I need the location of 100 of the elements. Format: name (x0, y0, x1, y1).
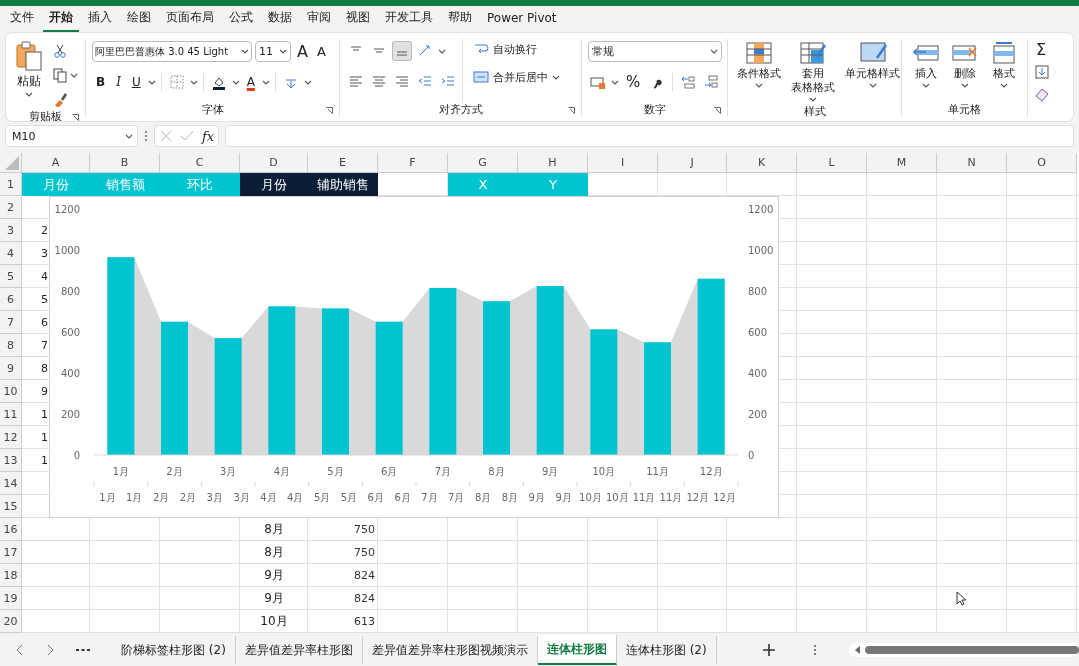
caret-icon[interactable] (231, 79, 240, 85)
sheet-tab[interactable]: 连体柱形图 (537, 635, 617, 665)
caret-icon[interactable] (189, 79, 198, 85)
dialog-launcher-icon[interactable] (568, 107, 575, 114)
dialog-launcher-icon[interactable] (72, 114, 79, 121)
row-header[interactable]: 19 (0, 587, 22, 610)
row-header[interactable]: 4 (0, 242, 22, 265)
merge-center-button[interactable]: 合并后居中 (473, 69, 560, 85)
row-header[interactable]: 5 (0, 265, 22, 288)
clipboard-icon[interactable] (15, 41, 43, 71)
ribbon-button[interactable]: 格式 (986, 39, 1021, 90)
decrease-decimal-icon[interactable] (703, 74, 720, 90)
row-header[interactable]: 9 (0, 357, 22, 380)
previous-sheet-icon[interactable] (16, 644, 24, 656)
font-name-field[interactable]: 阿里巴巴普惠体 3.0 45 Light (92, 41, 252, 62)
caret-icon[interactable] (960, 83, 969, 88)
caret-icon[interactable] (279, 49, 287, 54)
column-header[interactable]: M (867, 153, 937, 173)
row-header[interactable]: 2 (0, 196, 22, 219)
align-right-icon[interactable] (394, 73, 410, 89)
number-format-field[interactable]: 常规 (588, 41, 722, 62)
align-center-icon[interactable] (371, 73, 387, 89)
menu-tab[interactable]: 帮助 (442, 6, 478, 32)
caret-icon[interactable] (303, 79, 312, 85)
bold-button[interactable]: B (92, 74, 110, 90)
row-header[interactable]: 12 (0, 426, 22, 449)
column-header[interactable]: D (240, 153, 308, 173)
underline-button[interactable]: U (127, 74, 145, 90)
add-sheet-icon[interactable] (762, 644, 775, 656)
menu-tab[interactable]: 视图 (340, 6, 376, 32)
dialog-launcher-icon[interactable] (714, 107, 721, 114)
table-brush-icon[interactable] (799, 41, 827, 65)
row-header[interactable]: 20 (0, 610, 22, 633)
menu-tab[interactable]: 公式 (223, 6, 259, 32)
column-header[interactable]: F (378, 153, 448, 173)
scroll-left-icon[interactable] (854, 646, 861, 654)
accounting-icon[interactable] (590, 74, 606, 90)
formula-input[interactable] (225, 125, 1074, 147)
menu-tab[interactable]: 审阅 (301, 6, 337, 32)
row-header[interactable]: 17 (0, 541, 22, 564)
increase-decimal-icon[interactable] (680, 74, 697, 90)
sheet-tab[interactable]: 阶梯标签柱形图 (2) (112, 636, 236, 664)
eraser-icon[interactable] (1034, 86, 1050, 102)
row-header[interactable]: 18 (0, 564, 22, 587)
align-left-icon[interactable] (348, 73, 364, 89)
wrap-text-button[interactable]: 自动换行 (473, 41, 560, 57)
caret-icon[interactable] (261, 79, 270, 85)
paste-button[interactable]: 粘贴 (12, 39, 46, 99)
column-header[interactable]: I (588, 153, 658, 173)
dialog-launcher-icon[interactable] (326, 107, 333, 114)
menu-tab[interactable]: 页面布局 (160, 6, 220, 32)
ribbon-button[interactable]: 删除 (947, 39, 982, 90)
column-header[interactable]: J (658, 153, 727, 173)
row-header[interactable]: 11 (0, 403, 22, 426)
column-header[interactable]: K (727, 153, 797, 173)
cell-brush-icon[interactable] (858, 41, 887, 65)
grow-font-button[interactable]: A (294, 42, 311, 61)
name-box[interactable]: M10 (5, 125, 138, 147)
sheet-tab[interactable]: 差异值差异率柱形图 (235, 636, 363, 664)
row-header[interactable]: 15 (0, 495, 22, 518)
italic-button[interactable]: I (112, 74, 125, 90)
column-header[interactable]: E (308, 153, 378, 173)
ribbon-button[interactable]: 单元格样式 (842, 39, 903, 90)
row-header[interactable]: 3 (0, 219, 22, 242)
caret-icon[interactable] (147, 79, 156, 85)
more-options-icon[interactable] (812, 644, 817, 656)
more-options-icon[interactable] (144, 130, 148, 142)
ribbon-button[interactable]: 插入 (908, 39, 943, 90)
caret-icon[interactable] (809, 97, 817, 102)
caret-icon[interactable] (552, 74, 560, 80)
more-sheets-icon[interactable] (76, 648, 90, 652)
copy-icon[interactable] (52, 67, 68, 83)
row-header[interactable]: 7 (0, 311, 22, 334)
row-header[interactable]: 13 (0, 449, 22, 472)
row-header[interactable]: 1 (0, 173, 22, 196)
table-highlight-icon[interactable] (745, 41, 773, 65)
caret-icon[interactable] (70, 72, 78, 78)
menu-tab[interactable]: Power Pivot (481, 7, 563, 31)
caret-icon[interactable] (755, 83, 763, 88)
column-header[interactable]: H (518, 153, 588, 173)
merge-cells-icon[interactable] (473, 69, 489, 85)
horizontal-scrollbar[interactable] (848, 643, 1079, 657)
row-header[interactable]: 6 (0, 288, 22, 311)
autosum-button[interactable]: Σ (1032, 39, 1052, 60)
ribbon-button[interactable]: 套用 表格格式 (788, 39, 838, 104)
caret-icon[interactable] (999, 83, 1008, 88)
column-header[interactable]: N (937, 153, 1007, 173)
column-header[interactable]: G (448, 153, 518, 173)
column-header[interactable]: C (160, 153, 240, 173)
caret-icon[interactable] (710, 49, 718, 54)
caret-icon[interactable] (921, 83, 930, 88)
next-sheet-icon[interactable] (46, 644, 54, 656)
insert-function-button[interactable]: fx (202, 128, 215, 144)
font-color-button[interactable]: A (242, 74, 259, 90)
caret-icon[interactable] (611, 79, 619, 85)
menu-tab[interactable]: 开发工具 (379, 6, 439, 32)
font-size-field[interactable]: 11 (255, 41, 291, 62)
row-header[interactable]: 8 (0, 334, 22, 357)
column-header[interactable]: B (90, 153, 160, 173)
column-header[interactable]: A (22, 153, 90, 173)
